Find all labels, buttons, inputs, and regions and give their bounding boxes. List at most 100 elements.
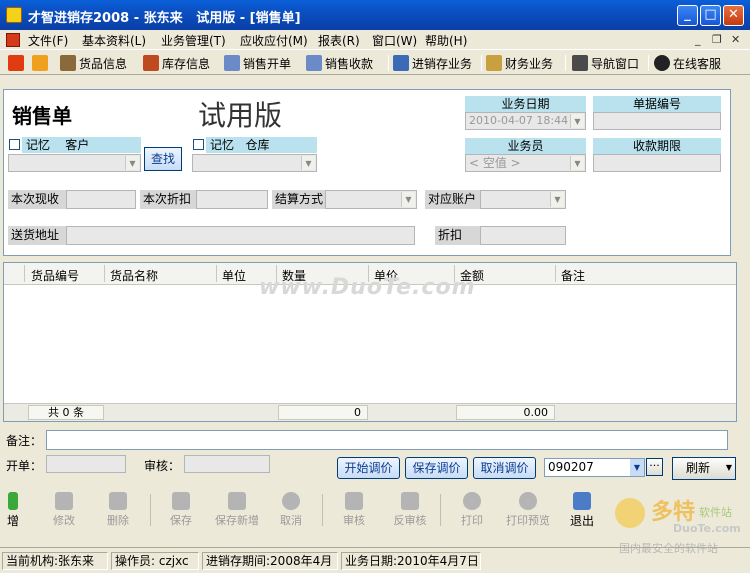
maker-label: 开单： xyxy=(6,459,43,473)
address-label: 送货地址 xyxy=(8,226,66,245)
tb-nav-window[interactable]: 导航窗口 xyxy=(572,54,639,72)
save-price-button[interactable]: 保存调价 xyxy=(405,457,468,479)
penguin-icon xyxy=(654,55,670,71)
menu-file[interactable]: 文件(F) xyxy=(28,32,68,49)
tb-finance-biz[interactable]: 财务业务 xyxy=(486,54,553,72)
delete-button[interactable]: 删除 xyxy=(94,490,142,530)
maximize-button[interactable]: □ xyxy=(700,5,721,26)
exit-icon xyxy=(573,492,591,510)
discount-label: 本次折扣 xyxy=(140,190,196,209)
toolbar-separator xyxy=(440,494,441,526)
finance-icon xyxy=(486,55,502,71)
edit-button[interactable]: 修改 xyxy=(40,490,88,530)
rebate-field[interactable] xyxy=(480,226,566,245)
unaudit-button[interactable]: 反审核 xyxy=(386,490,434,530)
print-button[interactable]: 打印 xyxy=(448,490,496,530)
tb-inventory-biz[interactable]: 进销存业务 xyxy=(393,54,472,72)
mdi-close-icon[interactable]: ✕ xyxy=(731,33,740,46)
site-watermark: www.DuoTe.com xyxy=(259,275,476,300)
refresh-button[interactable]: 刷新 ▼ xyxy=(672,457,736,480)
chevron-down-icon: ▼ xyxy=(725,463,732,472)
save-new-button[interactable]: 保存新增 xyxy=(207,490,267,530)
col-header-remark[interactable]: 备注 xyxy=(561,267,585,284)
inventory-icon xyxy=(393,55,409,71)
printer-icon xyxy=(463,492,481,510)
rebate-label: 折扣 xyxy=(435,226,480,245)
amount-total: 0.00 xyxy=(456,405,555,420)
menu-basic[interactable]: 基本资料(L) xyxy=(82,32,146,49)
ellipsis-button[interactable]: ··· xyxy=(646,458,663,476)
status-operator: 操作员: czjxc xyxy=(111,552,199,570)
cancel-price-button[interactable]: 取消调价 xyxy=(473,457,536,479)
toolbar-separator xyxy=(648,55,649,71)
save-new-icon xyxy=(228,492,246,510)
menu-receivable[interactable]: 应收应付(M) xyxy=(240,32,308,49)
menu-report[interactable]: 报表(R) xyxy=(318,32,360,49)
edit-icon[interactable] xyxy=(32,55,48,71)
mdi-minimize-icon[interactable]: _ xyxy=(695,33,701,46)
menu-business[interactable]: 业务管理(T) xyxy=(161,32,226,49)
exit-button[interactable]: 退出 xyxy=(558,490,606,530)
mascot-icon xyxy=(615,498,645,528)
order-header-panel: 销售单 试用版 记忆 客户 ▼ 查找 记忆 仓库 ▼ 业务日期 2010-04-… xyxy=(3,89,731,256)
col-header-unit[interactable]: 单位 xyxy=(222,267,246,284)
maker-field[interactable] xyxy=(46,455,126,473)
menu-help[interactable]: 帮助(H) xyxy=(425,32,467,49)
search-button[interactable]: 查找 xyxy=(144,147,182,171)
warehouse-combo[interactable]: ▼ xyxy=(192,154,317,172)
biz-date-field[interactable]: 2010-04-07 18:44 ▼ xyxy=(465,112,586,130)
remember-customer-checkbox[interactable] xyxy=(9,139,20,150)
right-gutter xyxy=(738,262,746,422)
close-button[interactable]: ✕ xyxy=(723,5,744,26)
cancel-button[interactable]: 取消 xyxy=(267,490,315,530)
unaudit-icon xyxy=(401,492,419,510)
cash-field[interactable] xyxy=(66,190,136,209)
print-preview-button[interactable]: 打印预览 xyxy=(500,490,556,530)
status-bar: 当前机构:张东来 操作员: czjxc 进销存期间:2008年4月 业务日期:2… xyxy=(0,547,750,573)
window-title: 才智进销存2008 - 张东来 试用版 - [销售单] xyxy=(28,11,301,26)
tb-sales-order[interactable]: 销售开单 xyxy=(224,54,291,72)
doc-no-label: 单据编号 xyxy=(593,96,721,112)
cancel-icon xyxy=(282,492,300,510)
save-button[interactable]: 保存 xyxy=(157,490,205,530)
due-label: 收款期限 xyxy=(593,138,721,154)
address-field[interactable] xyxy=(66,226,415,245)
power-icon[interactable] xyxy=(8,55,24,71)
sales-icon xyxy=(224,55,240,71)
remark-input[interactable] xyxy=(46,430,728,450)
status-period: 进销存期间:2008年4月 xyxy=(202,552,338,570)
chevron-down-icon: ▼ xyxy=(630,459,644,476)
trash-icon xyxy=(109,492,127,510)
chevron-down-icon: ▼ xyxy=(125,156,139,170)
doc-no-field[interactable] xyxy=(593,112,721,130)
warehouse-label-bar: 记忆 仓库 xyxy=(206,137,317,153)
customer-combo[interactable]: ▼ xyxy=(8,154,141,172)
start-price-button[interactable]: 开始调价 xyxy=(337,457,400,479)
toolbar-separator xyxy=(388,55,389,71)
discount-field[interactable] xyxy=(196,190,268,209)
code-combo[interactable]: 090207 ▼ xyxy=(544,458,645,477)
tb-goods-info[interactable]: 货品信息 xyxy=(60,54,127,72)
customer-label-bar: 记忆 客户 xyxy=(22,137,141,153)
remember-warehouse-checkbox[interactable] xyxy=(193,139,204,150)
settle-combo[interactable]: ▼ xyxy=(325,190,417,209)
menu-window[interactable]: 窗口(W) xyxy=(372,32,417,49)
audit-button[interactable]: 审核 xyxy=(330,490,378,530)
form-title: 销售单 xyxy=(12,104,72,128)
minimize-button[interactable]: _ xyxy=(677,5,698,26)
col-header-name[interactable]: 货品名称 xyxy=(110,267,158,284)
due-field[interactable] xyxy=(593,154,721,172)
mdi-restore-icon[interactable]: ❐ xyxy=(712,33,722,46)
add-button[interactable]: 增 xyxy=(0,490,26,530)
tb-online-service[interactable]: 在线客服 xyxy=(654,54,721,72)
status-bizdate: 业务日期:2010年4月7日 xyxy=(341,552,481,570)
tb-stock-info[interactable]: 库存信息 xyxy=(143,54,210,72)
auditor-field[interactable] xyxy=(184,455,270,473)
toolbar-separator xyxy=(481,55,482,71)
mdi-doc-icon xyxy=(6,33,20,47)
col-header-code[interactable]: 货品编号 xyxy=(31,267,79,284)
salesperson-combo[interactable]: < 空值 > ▼ xyxy=(465,154,586,172)
tb-sales-receipt[interactable]: 销售收款 xyxy=(306,54,373,72)
toolbar-separator xyxy=(322,494,323,526)
account-combo[interactable]: ▼ xyxy=(480,190,566,209)
